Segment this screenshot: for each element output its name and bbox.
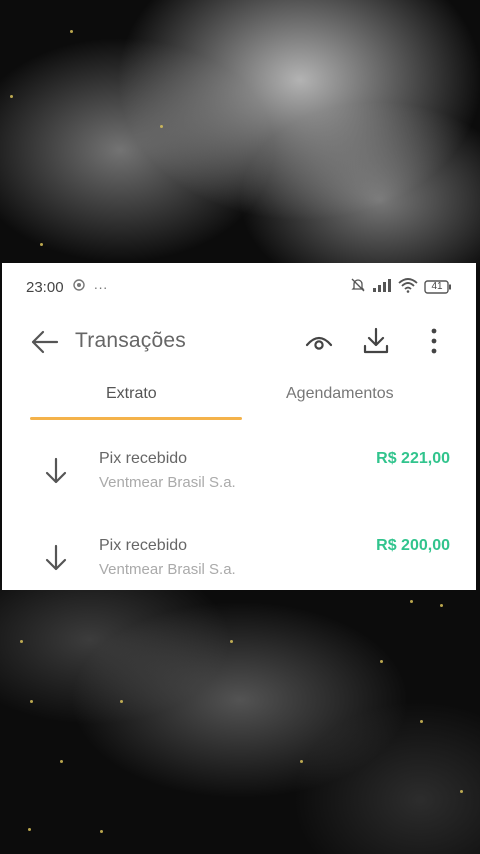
spark [120,700,123,703]
download-icon [363,327,389,354]
tab-bar: Extrato Agendamentos [2,377,476,423]
transaction-counterparty: Ventmear Brasil S.a. [99,561,236,578]
tab-agendamentos[interactable]: Agendamentos [286,385,394,403]
transaction-title: Pix recebido [99,537,188,554]
transaction-title: Pix recebido [99,450,188,467]
transaction-counterparty: Ventmear Brasil S.a. [99,474,236,491]
arrow-down-icon [45,457,67,484]
spark [20,640,23,643]
more-options-button[interactable] [426,325,442,357]
wifi-icon [398,277,418,298]
battery-level: 41 [431,281,443,292]
back-button[interactable] [30,329,60,355]
spark [230,640,233,643]
transactions-screen: 23:00 ··· 41 Transações Extrato Agendame… [2,263,476,590]
spark [410,600,413,603]
spark [160,125,163,128]
transaction-row[interactable]: Pix recebido Ventmear Brasil S.a. R$ 200… [2,525,476,595]
transaction-amount: R$ 221,00 [376,450,450,467]
spark [28,828,31,831]
spark [440,604,443,607]
status-time: 23:00 [26,278,64,296]
more-notifications-indicator: ··· [93,279,108,295]
spark [60,760,63,763]
spark [30,700,33,703]
transaction-row[interactable]: Pix recebido Ventmear Brasil S.a. R$ 221… [2,438,476,508]
page-title: Transações [75,329,186,352]
status-bar: 23:00 ··· 41 [2,263,476,311]
battery-icon: 41 [424,280,452,294]
app-bar: Transações [2,319,476,365]
tab-extrato[interactable]: Extrato [106,385,157,403]
spark [420,720,423,723]
spark [70,30,73,33]
eye-icon [305,336,333,350]
signal-icon [372,278,392,297]
transaction-amount: R$ 200,00 [376,537,450,554]
spark [10,95,13,98]
notification-icon [72,278,86,296]
toggle-visibility-button[interactable] [304,329,334,355]
more-vertical-icon [431,328,437,354]
spark [40,243,43,246]
arrow-down-icon [45,544,67,571]
back-arrow-icon [31,330,59,354]
spark [100,830,103,833]
download-button[interactable] [360,325,392,357]
spark [300,760,303,763]
spark [460,790,463,793]
active-tab-indicator [30,417,242,420]
mute-icon [350,277,366,298]
spark [380,660,383,663]
